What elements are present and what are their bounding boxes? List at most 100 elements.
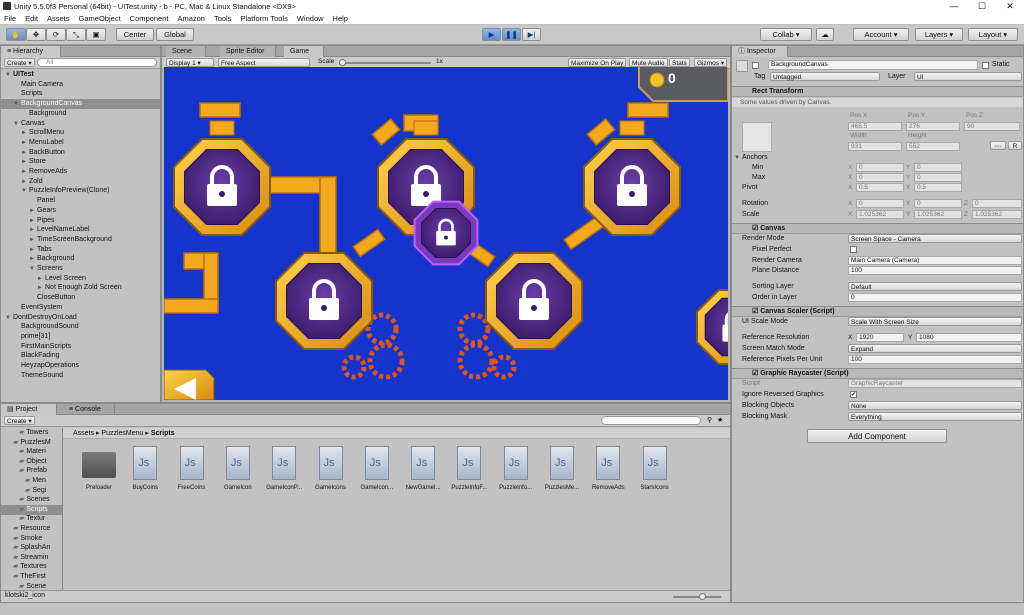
mute-audio-toggle[interactable]: Mute Audio	[629, 58, 668, 67]
sorting-layer-dropdown[interactable]: Default	[848, 282, 1022, 291]
plane-distance-field[interactable]: 100	[848, 266, 1022, 275]
raw-edit-button[interactable]: R	[1008, 141, 1022, 150]
maximize-button[interactable]: ☐	[968, 0, 996, 12]
folder-tree-item[interactable]: ▰ Streamin	[1, 553, 62, 563]
rotate-tool-button[interactable]: ⟳	[46, 28, 66, 41]
hierarchy-item[interactable]: ► Level Screen	[1, 274, 160, 284]
folder-tree-item[interactable]: ▰ Scenes	[1, 495, 62, 505]
move-tool-button[interactable]: ✥	[26, 28, 46, 41]
hierarchy-item[interactable]: ► ScrollMenu	[1, 128, 160, 138]
fold-arrow-icon[interactable]: ▼	[13, 99, 21, 109]
pivot-toggle[interactable]: Center	[116, 28, 154, 41]
hierarchy-item[interactable]: Background	[1, 109, 160, 119]
blocking-mask-dropdown[interactable]: Everything	[848, 412, 1022, 421]
asset-item[interactable]: Js GameIcons	[308, 446, 354, 496]
level-lock-node[interactable]	[173, 120, 271, 236]
layout-dropdown[interactable]: Layout ▾	[968, 28, 1018, 41]
fold-arrow-icon[interactable]: ►	[29, 216, 37, 226]
fold-arrow-icon[interactable]: ►	[29, 225, 37, 235]
anchor-presets-button[interactable]	[742, 122, 772, 152]
folder-tree-item[interactable]: ▰ Smoke	[1, 534, 62, 544]
folder-tree-item[interactable]: ▰ TheFirst	[1, 572, 62, 582]
level-lock-node[interactable]	[485, 252, 583, 350]
tag-dropdown[interactable]: Untagged	[770, 72, 880, 81]
game-viewport[interactable]: 0	[164, 67, 728, 400]
render-mode-dropdown[interactable]: Screen Space - Camera	[848, 234, 1022, 243]
fold-arrow-icon[interactable]: ▼	[29, 264, 37, 274]
hierarchy-item[interactable]: BackgroundSound	[1, 322, 160, 332]
folder-tree-item[interactable]: ▰ SplashAn	[1, 543, 62, 553]
layer-dropdown[interactable]: UI	[914, 72, 1022, 81]
hierarchy-item[interactable]: ► TimeScreenBackground	[1, 235, 160, 245]
folder-tree-item[interactable]: ▰ Scripts	[1, 504, 62, 515]
asset-item[interactable]: Js NewGameI...	[400, 446, 446, 496]
asset-item[interactable]: Js StarsIcons	[632, 446, 678, 496]
fold-arrow-icon[interactable]: ►	[21, 138, 29, 148]
folder-tree-item[interactable]: ▰ Towers	[1, 428, 62, 438]
hand-tool-button[interactable]: ✋	[6, 28, 26, 41]
canvas-component-header[interactable]: ☑ Canvas	[732, 223, 1023, 234]
breadcrumb-puzzlesmenu[interactable]: PuzzlesMenu	[101, 430, 143, 437]
fold-arrow-icon[interactable]: ▼	[21, 186, 29, 196]
hierarchy-item[interactable]: CloseButton	[1, 293, 160, 303]
cloud-button[interactable]: ☁	[816, 28, 834, 41]
screen-match-mode-dropdown[interactable]: Expand	[848, 344, 1022, 353]
reference-resolution-x[interactable]: 1920	[856, 333, 904, 342]
folder-tree-item[interactable]: ▰ Men	[1, 476, 62, 486]
pixel-perfect-checkbox[interactable]	[850, 246, 857, 253]
scale-slider[interactable]	[339, 59, 431, 66]
stats-toggle[interactable]: Stats	[669, 58, 690, 67]
level-lock-node[interactable]	[696, 289, 728, 365]
step-button[interactable]: ▶|	[522, 28, 541, 41]
folder-tree-item[interactable]: ▰ Materi	[1, 447, 62, 457]
asset-item[interactable]: Js GameIcon	[215, 446, 261, 496]
tab-game[interactable]: Game	[284, 46, 324, 57]
hierarchy-item[interactable]: ▼ DontDestroyOnLoad	[1, 313, 160, 323]
hierarchy-item[interactable]: ► Background	[1, 254, 160, 264]
asset-item[interactable]: Js PuzzleInfoF...	[446, 446, 492, 496]
fold-arrow-icon[interactable]: ▼	[13, 119, 21, 129]
render-camera-field[interactable]: Main Camera (Camera)	[848, 256, 1022, 265]
object-name-input[interactable]: BackgroundCanvas	[768, 60, 978, 70]
pause-button[interactable]: ❚❚	[502, 28, 521, 41]
hierarchy-item[interactable]: ▼ Canvas	[1, 119, 160, 129]
aspect-dropdown[interactable]: Free Aspect	[218, 58, 310, 67]
asset-item[interactable]: Preloader	[76, 446, 122, 496]
rect-tool-button[interactable]: ▣	[86, 28, 106, 41]
menu-assets[interactable]: Assets	[47, 14, 70, 23]
maximize-on-play-toggle[interactable]: Maximize On Play	[568, 58, 627, 67]
hierarchy-item[interactable]: ► LevelNameLabel	[1, 225, 160, 235]
fold-arrow-icon[interactable]: ►	[21, 148, 29, 158]
fold-arrow-icon[interactable]: ►	[21, 157, 29, 167]
hierarchy-item[interactable]: BlackFading	[1, 351, 160, 361]
menu-amazon[interactable]: Amazon	[177, 14, 205, 23]
tab-inspector[interactable]: ⓘ Inspector	[732, 46, 788, 57]
hierarchy-item[interactable]: ► MenuLabel	[1, 138, 160, 148]
account-dropdown[interactable]: Account ▾	[853, 28, 909, 41]
hierarchy-item[interactable]: ThemeSound	[1, 371, 160, 381]
hierarchy-item[interactable]: HeyzapOperations	[1, 361, 160, 371]
fold-arrow-icon[interactable]: ►	[21, 167, 29, 177]
asset-item[interactable]: Js GameIcon...	[354, 446, 400, 496]
fold-arrow-icon[interactable]: ►	[29, 206, 37, 216]
filter-icon[interactable]: ⚲	[707, 416, 712, 424]
hierarchy-item[interactable]: ► Gears	[1, 206, 160, 216]
hierarchy-item[interactable]: FirstMainScripts	[1, 342, 160, 352]
order-in-layer-field[interactable]: 0	[848, 293, 1022, 302]
folder-tree-item[interactable]: ▰ Prefab	[1, 466, 62, 476]
fold-arrow-icon[interactable]: ►	[29, 235, 37, 245]
level-lock-node[interactable]	[275, 252, 373, 350]
hierarchy-item[interactable]: Main Camera	[1, 80, 160, 90]
icon-size-thumb[interactable]	[699, 593, 706, 600]
menu-file[interactable]: File	[4, 14, 16, 23]
hierarchy-item[interactable]: ▼ PuzzleInfoPreview(Clone)	[1, 186, 160, 196]
rect-transform-header[interactable]: Rect Transform	[732, 86, 1023, 97]
anchors-row[interactable]: ▼ Anchors	[734, 153, 1021, 163]
hierarchy-item[interactable]: ► Tabs	[1, 245, 160, 255]
gizmos-dropdown[interactable]: Gizmos ▾	[694, 58, 728, 67]
asset-item[interactable]: Js BuyCoins	[122, 446, 168, 496]
canvas-scaler-header[interactable]: ☑ Canvas Scaler (Script)	[732, 306, 1023, 317]
folder-tree-item[interactable]: ▰ Resource	[1, 524, 62, 534]
add-component-button[interactable]: Add Component	[807, 429, 947, 443]
pixels-per-unit-field[interactable]: 100	[848, 355, 1022, 364]
